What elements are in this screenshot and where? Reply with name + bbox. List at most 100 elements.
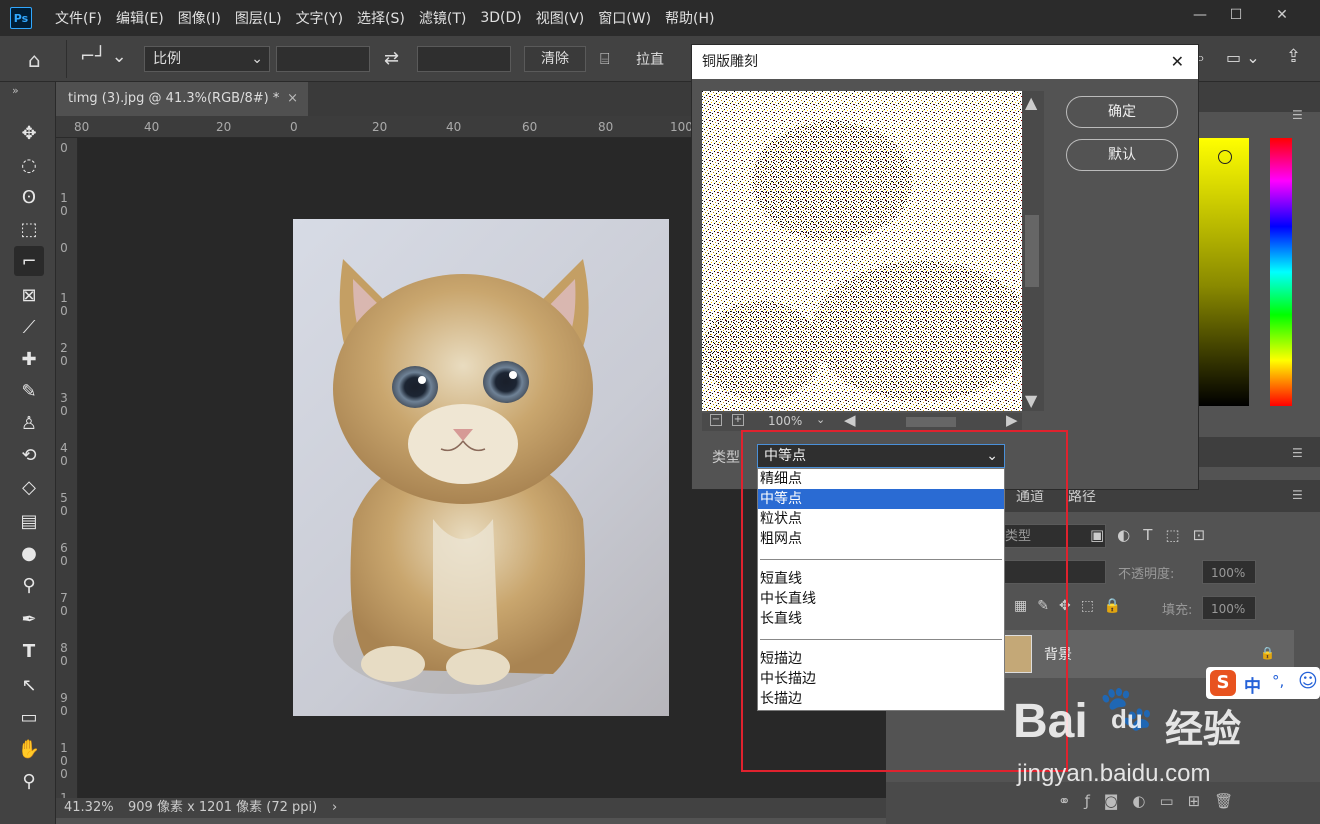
mezzotint-dialog: 铜版雕刻 ✕ ▲ ▼ − + 100% ⌄ ◀ ▶ 确定 默认 类型 xyxy=(691,44,1199,490)
close-tab-icon[interactable]: × xyxy=(287,82,298,116)
object-select-tool-icon[interactable]: ⬚ xyxy=(14,214,44,244)
chevron-down-icon: ⌄ xyxy=(251,51,263,67)
swap-icon[interactable]: ⇄ xyxy=(384,48,399,69)
zoom-in-icon[interactable]: + xyxy=(732,414,744,426)
brush-tool-icon[interactable]: ✎ xyxy=(14,376,44,406)
minimize-button[interactable]: — xyxy=(1182,4,1218,26)
menu-item-4[interactable]: 文字(Y) xyxy=(289,8,350,28)
image-dimensions: 909 像素 x 1201 像素 (72 ppi) xyxy=(128,800,318,815)
type-label: 类型 xyxy=(712,450,740,466)
hue-slider[interactable] xyxy=(1270,138,1292,406)
status-arrow-icon[interactable]: › xyxy=(332,798,337,818)
ruler-v-label: 70 xyxy=(60,591,68,618)
lock-icon: 🔒 xyxy=(1260,646,1275,660)
zoom-dropdown-icon[interactable]: ⌄ xyxy=(816,413,825,426)
menu-item-6[interactable]: 滤镜(T) xyxy=(412,8,473,28)
dodge-tool-icon[interactable]: ⚲ xyxy=(14,570,44,600)
ruler-h-label: 80 xyxy=(598,120,614,134)
ruler-h-label: 100 xyxy=(670,120,693,134)
menu-item-0[interactable]: 文件(F) xyxy=(48,8,109,28)
preview-zoom-level: 100% xyxy=(768,414,803,428)
baidu-watermark: Bai 🐾 du 经验 jingyan.baidu.com xyxy=(1005,680,1305,790)
layers-footer-icons[interactable]: ⚭ƒ◙◐▭⊞🗑 xyxy=(1058,792,1247,810)
gradient-tool-icon[interactable]: ▤ xyxy=(14,506,44,536)
document-tab[interactable]: timg (3).jpg @ 41.3%(RGB/8#) * × xyxy=(56,82,308,116)
preview-hscroll-thumb[interactable] xyxy=(906,417,956,427)
ruler-v-label: 30 xyxy=(60,391,68,418)
clear-button[interactable]: 清除 xyxy=(524,46,586,72)
scroll-right-icon[interactable]: ▶ xyxy=(1006,411,1018,429)
ruler-v-label: 90 xyxy=(60,691,68,718)
ratio-select[interactable]: 比例 ⌄ xyxy=(144,46,270,72)
zoom-out-icon[interactable]: − xyxy=(710,414,722,426)
fill-input[interactable]: 100% xyxy=(1202,596,1256,620)
layer-filter-icons[interactable]: ▣◐T⬚⊡ xyxy=(1090,526,1218,544)
zoom-readout[interactable]: 41.32% xyxy=(64,798,114,818)
ruler-h-label: 40 xyxy=(446,120,462,134)
restore-button[interactable]: ☐ xyxy=(1218,4,1254,26)
panel-menu-icon[interactable]: ☰ xyxy=(1292,446,1303,460)
preview-vscroll-thumb[interactable] xyxy=(1025,215,1039,287)
color-picker-field[interactable] xyxy=(1199,138,1249,406)
watermark-brand: Bai xyxy=(1013,695,1088,748)
opacity-label: 不透明度: xyxy=(1118,567,1175,582)
zoom-tool-icon[interactable]: ⚲ xyxy=(14,766,44,796)
crop-tool-icon[interactable]: ⌐ xyxy=(14,246,44,276)
marquee-tool-icon[interactable]: ◌ xyxy=(14,150,44,180)
ruler-v-label: 0 xyxy=(60,241,68,255)
ruler-h-label: 0 xyxy=(290,120,298,134)
opacity-input[interactable]: 100% xyxy=(1202,560,1256,584)
workspace-icon[interactable]: ▭ ⌄ xyxy=(1226,48,1260,67)
ruler-h-label: 20 xyxy=(372,120,388,134)
menu-item-7[interactable]: 3D(D) xyxy=(473,10,528,26)
menu-item-8[interactable]: 视图(V) xyxy=(529,8,592,28)
move-tool-icon[interactable]: ✥ xyxy=(14,118,44,148)
scroll-up-icon[interactable]: ▲ xyxy=(1025,93,1037,112)
menu-list: 文件(F) 编辑(E) 图像(I) 图层(L) 文字(Y) 选择(S) 滤镜(T) 3D(D)… xyxy=(48,0,722,36)
rectangle-tool-icon[interactable]: ▭ xyxy=(14,702,44,732)
straighten-icon[interactable]: ⌸ xyxy=(600,49,610,69)
panel-menu-icon[interactable]: ☰ xyxy=(1292,108,1303,122)
width-input[interactable] xyxy=(276,46,370,72)
straighten-label[interactable]: 拉直 xyxy=(636,49,664,69)
preview-bottombar xyxy=(702,413,1022,431)
dialog-close-icon[interactable]: ✕ xyxy=(1171,45,1184,79)
menu-item-5[interactable]: 选择(S) xyxy=(350,8,412,28)
eyedropper-tool-icon[interactable]: ⟋ xyxy=(14,312,44,342)
color-picker-cursor[interactable] xyxy=(1218,150,1232,164)
stamp-tool-icon[interactable]: ♙ xyxy=(14,408,44,438)
ok-button[interactable]: 确定 xyxy=(1066,96,1178,128)
collapse-icon[interactable]: » xyxy=(12,84,19,97)
scroll-left-icon[interactable]: ◀ xyxy=(844,411,856,429)
blur-tool-icon[interactable]: ● xyxy=(14,538,44,568)
history-brush-tool-icon[interactable]: ⟲ xyxy=(14,440,44,470)
dialog-title: 铜版雕刻 xyxy=(702,54,758,70)
share-icon[interactable]: ⇪ xyxy=(1286,46,1301,67)
eraser-tool-icon[interactable]: ◇ xyxy=(14,472,44,502)
menu-item-9[interactable]: 窗口(W) xyxy=(591,8,658,28)
crop-tool-icon[interactable]: ⌐┘ ⌄ xyxy=(80,46,127,67)
ruler-h-label: 80 xyxy=(74,120,90,134)
menu-item-3[interactable]: 图层(L) xyxy=(228,8,289,28)
pen-tool-icon[interactable]: ✒ xyxy=(14,604,44,634)
document-tab-title: timg (3).jpg @ 41.3%(RGB/8#) * xyxy=(68,91,280,106)
default-button[interactable]: 默认 xyxy=(1066,139,1178,171)
close-window-button[interactable]: ✕ xyxy=(1264,4,1300,26)
filter-preview[interactable] xyxy=(702,91,1022,411)
watermark-brand2: du xyxy=(1111,704,1143,734)
menu-item-2[interactable]: 图像(I) xyxy=(171,8,228,28)
ruler-v-label: 20 xyxy=(60,341,68,368)
hand-tool-icon[interactable]: ✋ xyxy=(14,734,44,764)
lasso-tool-icon[interactable]: ʘ xyxy=(14,182,44,212)
menu-item-10[interactable]: 帮助(H) xyxy=(658,8,721,28)
healing-brush-tool-icon[interactable]: ✚ xyxy=(14,344,44,374)
menu-item-1[interactable]: 编辑(E) xyxy=(109,8,171,28)
height-input[interactable] xyxy=(417,46,511,72)
path-select-tool-icon[interactable]: ↖ xyxy=(14,670,44,700)
frame-tool-icon[interactable]: ⊠ xyxy=(14,280,44,310)
panel-menu-icon[interactable]: ☰ xyxy=(1292,488,1303,502)
home-icon[interactable]: ⌂ xyxy=(28,48,41,72)
type-tool-icon[interactable]: T xyxy=(14,636,44,666)
scroll-down-icon[interactable]: ▼ xyxy=(1025,391,1037,410)
ruler-v-label: 10 xyxy=(60,191,68,218)
